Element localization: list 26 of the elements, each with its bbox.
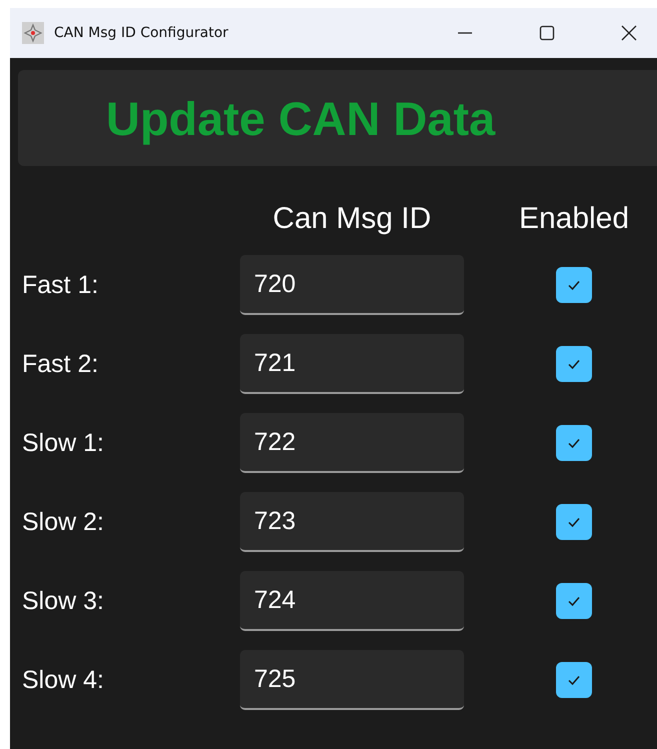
minimize-icon	[457, 32, 473, 34]
column-header: Can Msg ID	[272, 202, 432, 236]
window-title: CAN Msg ID Configurator	[54, 25, 230, 41]
input-field[interactable]: 725	[240, 650, 464, 710]
checkbox[interactable]	[556, 425, 592, 461]
row-label: Slow 3:	[21, 586, 105, 616]
checkbox[interactable]	[556, 662, 592, 698]
checkbox[interactable]	[556, 267, 592, 303]
input-field[interactable]: 724	[240, 571, 464, 631]
row-label: Fast 1:	[21, 270, 100, 300]
close-icon	[621, 25, 637, 41]
row-label: Slow 2:	[21, 508, 105, 536]
maximize-icon	[539, 25, 555, 41]
update-button[interactable]: Update CAN Data	[18, 70, 657, 166]
column-header: Enabled	[518, 202, 630, 236]
app-icon	[22, 22, 44, 44]
checkbox[interactable]	[556, 504, 592, 540]
row-label: Fast 2:	[21, 350, 100, 378]
input-field[interactable]: 723	[240, 492, 464, 552]
row-label: Slow 4:	[21, 666, 105, 694]
checkbox[interactable]	[556, 583, 592, 619]
input-field[interactable]: 721	[240, 334, 464, 394]
row-label: Slow 1:	[21, 428, 105, 458]
input-field[interactable]: 720	[240, 255, 464, 315]
input-field[interactable]: 722	[240, 413, 464, 473]
checkbox[interactable]	[556, 346, 592, 382]
